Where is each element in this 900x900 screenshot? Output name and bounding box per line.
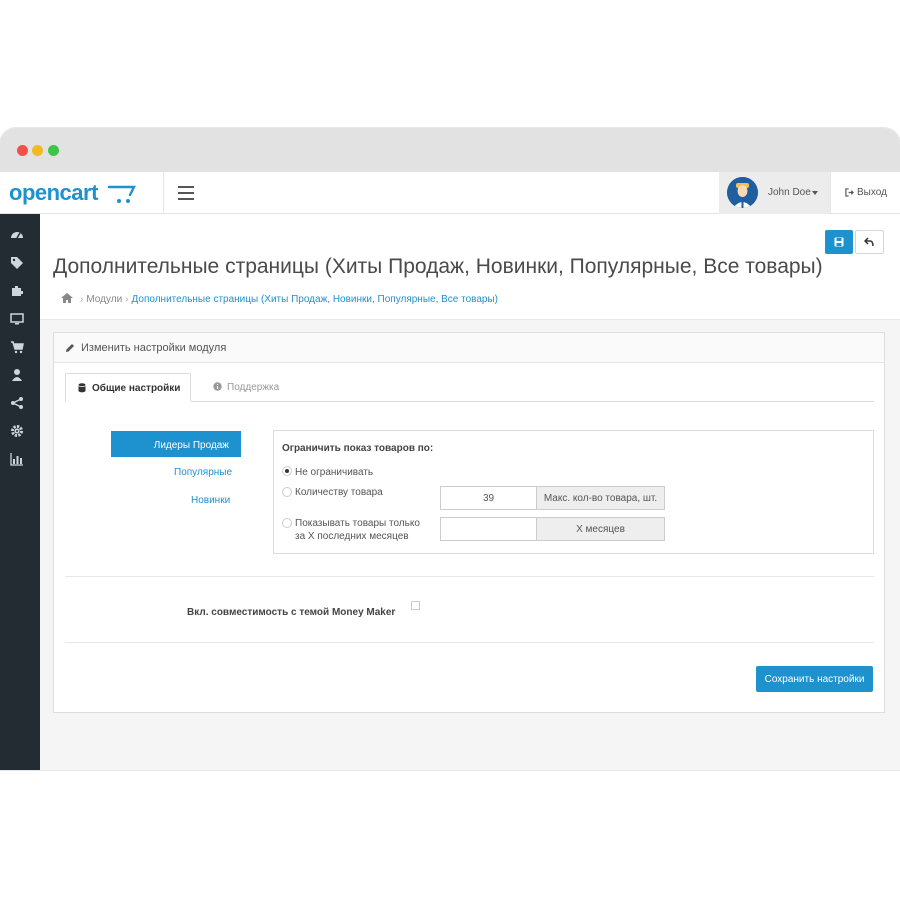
radio-last-months[interactable] <box>282 518 292 528</box>
compat-label: Вкл. совместимость с темой Money Maker <box>187 607 396 618</box>
back-button[interactable] <box>855 230 884 254</box>
puzzle-icon[interactable] <box>10 284 24 298</box>
quantity-addon: Макс. кол-во товара, шт. <box>536 486 665 510</box>
divider <box>65 642 874 643</box>
gear-icon[interactable] <box>10 424 24 438</box>
breadcrumb-current[interactable]: Дополнительные страницы (Хиты Продаж, Но… <box>132 294 499 305</box>
monitor-icon[interactable] <box>10 312 24 326</box>
main-content: Дополнительные страницы (Хиты Продаж, Но… <box>40 214 900 770</box>
breadcrumb-modules[interactable]: Модули <box>86 294 122 305</box>
opencart-logo[interactable]: opencart <box>9 180 98 206</box>
page-header: Дополнительные страницы (Хиты Продаж, Но… <box>40 214 900 320</box>
radio-quantity[interactable] <box>282 487 292 497</box>
radio-label-line1: Показывать товары только <box>295 518 420 529</box>
months-input-group: X месяцев <box>440 517 665 541</box>
radio-label: Показывать товары только за X последних … <box>295 517 420 543</box>
quantity-input[interactable]: 39 <box>440 486 537 510</box>
tab-label: Общие настройки <box>92 383 181 394</box>
avatar <box>727 177 758 208</box>
breadcrumb-separator: › <box>80 294 84 305</box>
settings-panel: Изменить настройки модуля Общие настройк… <box>53 332 885 713</box>
sidebar <box>0 214 40 770</box>
filter-title: Ограничить показ товаров по: <box>282 443 434 454</box>
header-divider <box>163 172 164 214</box>
logout-button[interactable]: Выход <box>830 172 900 214</box>
tab-bar: Общие настройки Поддержка <box>65 373 874 402</box>
nav-popular[interactable]: Популярные <box>174 467 232 478</box>
browser-title-bar <box>0 128 900 172</box>
browser-window: opencart John Doe Выход Дополнительные с… <box>0 128 900 770</box>
dashboard-icon[interactable] <box>10 228 24 242</box>
close-window-dot[interactable] <box>17 145 28 156</box>
logo-cart-icon <box>107 185 136 203</box>
info-icon <box>213 382 222 391</box>
save-button[interactable] <box>825 230 853 254</box>
database-icon <box>78 383 86 393</box>
radio-no-limit[interactable] <box>282 466 292 476</box>
user-name: John Doe <box>768 187 811 198</box>
floppy-icon <box>834 237 844 247</box>
page-title: Дополнительные страницы (Хиты Продаж, Но… <box>53 255 823 278</box>
menu-toggle-icon[interactable] <box>178 186 194 200</box>
months-addon: X месяцев <box>536 517 665 541</box>
admin-header: opencart John Doe Выход <box>0 172 900 214</box>
home-icon[interactable] <box>61 293 73 303</box>
radio-label-line2: за X последних месяцев <box>295 531 409 542</box>
months-input[interactable] <box>440 517 537 541</box>
tag-icon[interactable] <box>10 256 24 270</box>
radio-label: Количеству товара <box>295 487 383 498</box>
logout-label: Выход <box>857 187 887 198</box>
compat-checkbox[interactable] <box>411 601 420 610</box>
share-icon[interactable] <box>10 396 24 410</box>
quantity-input-group: 39 Макс. кол-во товара, шт. <box>440 486 665 510</box>
breadcrumb-separator: › <box>125 294 129 305</box>
filter-box: Ограничить показ товаров по: Не ограничи… <box>273 430 874 554</box>
panel-title: Изменить настройки модуля <box>81 342 227 354</box>
radio-label: Не ограничивать <box>295 467 374 478</box>
save-settings-button[interactable]: Сохранить настройки <box>756 666 873 692</box>
reply-icon <box>864 237 874 247</box>
user-icon[interactable] <box>10 368 24 382</box>
tab-general-settings[interactable]: Общие настройки <box>65 373 191 402</box>
tab-label: Поддержка <box>227 382 280 393</box>
tab-support[interactable]: Поддержка <box>201 373 291 402</box>
sign-out-icon <box>845 188 854 197</box>
maximize-window-dot[interactable] <box>48 145 59 156</box>
user-menu[interactable]: John Doe <box>719 172 830 214</box>
nav-bestsellers[interactable]: Лидеры Продаж <box>111 431 241 457</box>
cart-icon[interactable] <box>10 340 24 354</box>
bar-chart-icon[interactable] <box>10 452 24 466</box>
breadcrumb: › Модули › Дополнительные страницы (Хиты Пр… <box>61 293 498 305</box>
pencil-icon <box>66 344 74 352</box>
nav-new[interactable]: Новинки <box>191 495 230 506</box>
panel-heading: Изменить настройки модуля <box>54 333 884 363</box>
divider <box>65 576 874 577</box>
chevron-down-icon <box>812 191 818 195</box>
minimize-window-dot[interactable] <box>32 145 43 156</box>
